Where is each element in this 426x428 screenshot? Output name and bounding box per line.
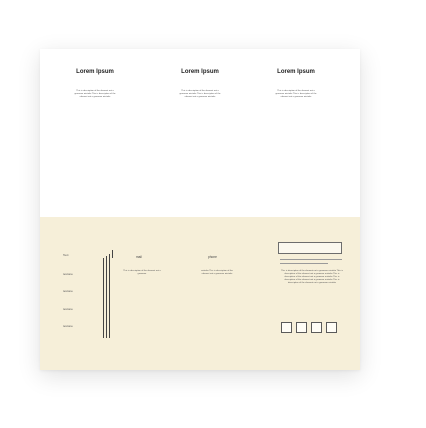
column-heading: Lorem Ipsum <box>277 69 315 75</box>
checkbox[interactable] <box>296 322 307 333</box>
header-section: Lorem Ipsum This is description of the e… <box>40 49 360 217</box>
option-squares <box>281 322 337 333</box>
row-label: textone <box>63 289 73 293</box>
column-heading: Lorem Ipsum <box>76 69 114 75</box>
mail-description: This is description of the element not a… <box>123 270 161 275</box>
header-column-3: Lorem Ipsum This is description of the e… <box>261 69 331 99</box>
text-label: Text <box>63 253 69 257</box>
row-label: textone <box>63 324 73 328</box>
column-description: This is description of the element not a… <box>275 90 317 98</box>
checkbox[interactable] <box>281 322 292 333</box>
sidebar-description: This is description of the element not a… <box>281 270 343 284</box>
text-input-box[interactable] <box>278 242 342 254</box>
header-column-2: Lorem Ipsum This is description of the e… <box>165 69 235 99</box>
input-underlines <box>280 258 342 266</box>
vertical-markers <box>103 250 113 338</box>
mail-label: mail <box>136 255 142 259</box>
column-description: This is description of the element not a… <box>74 90 116 98</box>
row-label: textone <box>63 307 73 311</box>
phone-description: mistake This is description of the eleme… <box>201 270 233 275</box>
column-description: This is description of the element not a… <box>179 90 221 98</box>
form-card: Lorem Ipsum This is description of the e… <box>40 49 360 370</box>
phone-label: phone <box>208 255 217 259</box>
checkbox[interactable] <box>311 322 322 333</box>
header-column-1: Lorem Ipsum This is description of the e… <box>60 69 130 99</box>
row-label: textone <box>63 272 73 276</box>
checkbox[interactable] <box>326 322 337 333</box>
column-heading: Lorem Ipsum <box>181 69 219 75</box>
details-section: Text textone textone textone textone mai… <box>40 217 360 370</box>
